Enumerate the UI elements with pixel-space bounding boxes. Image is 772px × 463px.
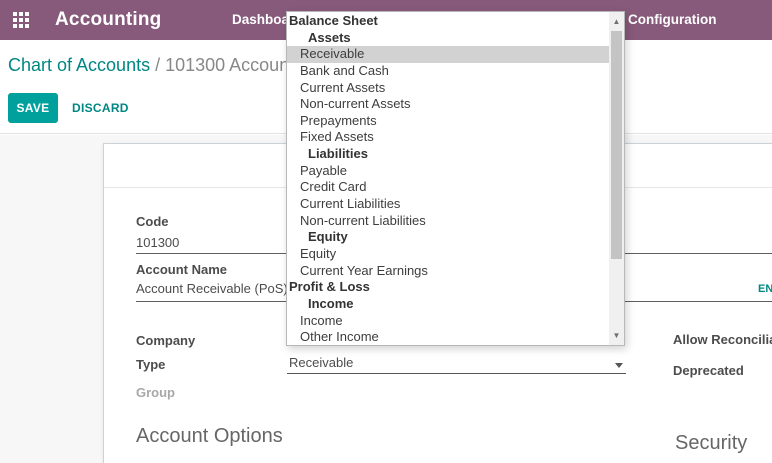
dropdown-option[interactable]: Prepayments — [287, 113, 609, 130]
dropdown-group-header: Income — [308, 295, 354, 311]
security-section-title: Security — [675, 432, 748, 454]
code-field-label: Code — [136, 214, 169, 229]
type-field-label: Type — [136, 357, 166, 372]
scroll-down-arrow-icon[interactable]: ▼ — [609, 328, 624, 343]
account-options-section-title: Account Options — [136, 425, 283, 447]
type-selected-value: Receivable — [289, 355, 354, 370]
account-name-value: Account Receivable (PoS) — [136, 281, 288, 296]
dropdown-option[interactable]: Income — [287, 313, 609, 330]
dropdown-option[interactable]: Current Year Earnings — [287, 263, 609, 280]
app-title[interactable]: Accounting — [55, 0, 162, 40]
scroll-up-arrow-icon[interactable]: ▲ — [609, 14, 624, 29]
dropdown-group-header: Profit & Loss — [289, 279, 370, 295]
dropdown-option[interactable]: Equity — [287, 246, 609, 263]
deprecated-label: Deprecated — [673, 363, 744, 378]
discard-button[interactable]: DISCARD — [66, 93, 135, 123]
group-field-label: Group — [136, 385, 175, 400]
dropdown-option[interactable]: Non-current Liabilities — [287, 213, 609, 230]
nav-item-configuration[interactable]: Configuration — [628, 0, 716, 40]
allow-reconciliation-label: Allow Reconciliation — [673, 332, 772, 347]
dropdown-option[interactable]: Fixed Assets — [287, 129, 609, 146]
app-window: Accounting Dashboard Configuration Chart… — [0, 0, 772, 463]
chevron-down-icon — [615, 363, 623, 368]
dropdown-group-header: Equity — [308, 229, 348, 245]
breadcrumb-parent-link[interactable]: Chart of Accounts — [8, 55, 150, 75]
type-select[interactable]: Receivable — [287, 355, 626, 374]
save-button[interactable]: SAVE — [8, 93, 58, 123]
dropdown-option[interactable]: Non-current Assets — [287, 96, 609, 113]
scrollbar-thumb[interactable] — [611, 31, 622, 259]
dropdown-option[interactable]: Credit Card — [287, 179, 609, 196]
dropdown-option[interactable]: Current Liabilities — [287, 196, 609, 213]
dropdown-option[interactable]: Current Assets — [287, 80, 609, 97]
company-field-label: Company — [136, 333, 196, 348]
type-dropdown: Balance Sheet Assets Receivable Bank and Ca… — [286, 11, 625, 346]
type-dropdown-list: Balance Sheet Assets Receivable Bank and Ca… — [287, 13, 609, 345]
breadcrumb-separator: / — [150, 55, 166, 75]
dropdown-option[interactable]: Bank and Cash — [287, 63, 609, 80]
account-name-field-label: Account Name — [136, 262, 228, 277]
apps-grid-icon[interactable] — [13, 12, 30, 29]
dropdown-group-header: Liabilities — [308, 146, 368, 162]
dropdown-option[interactable]: Payable — [287, 163, 609, 180]
dropdown-option[interactable]: Other Income — [287, 329, 609, 345]
translate-language-badge[interactable]: EN — [758, 283, 772, 295]
dropdown-group-header: Assets — [308, 29, 351, 45]
dropdown-option[interactable]: Receivable — [287, 46, 609, 63]
code-value: 101300 — [136, 235, 180, 250]
dropdown-group-header: Balance Sheet — [289, 13, 378, 28]
dropdown-scrollbar[interactable]: ▲ ▼ — [609, 12, 624, 345]
